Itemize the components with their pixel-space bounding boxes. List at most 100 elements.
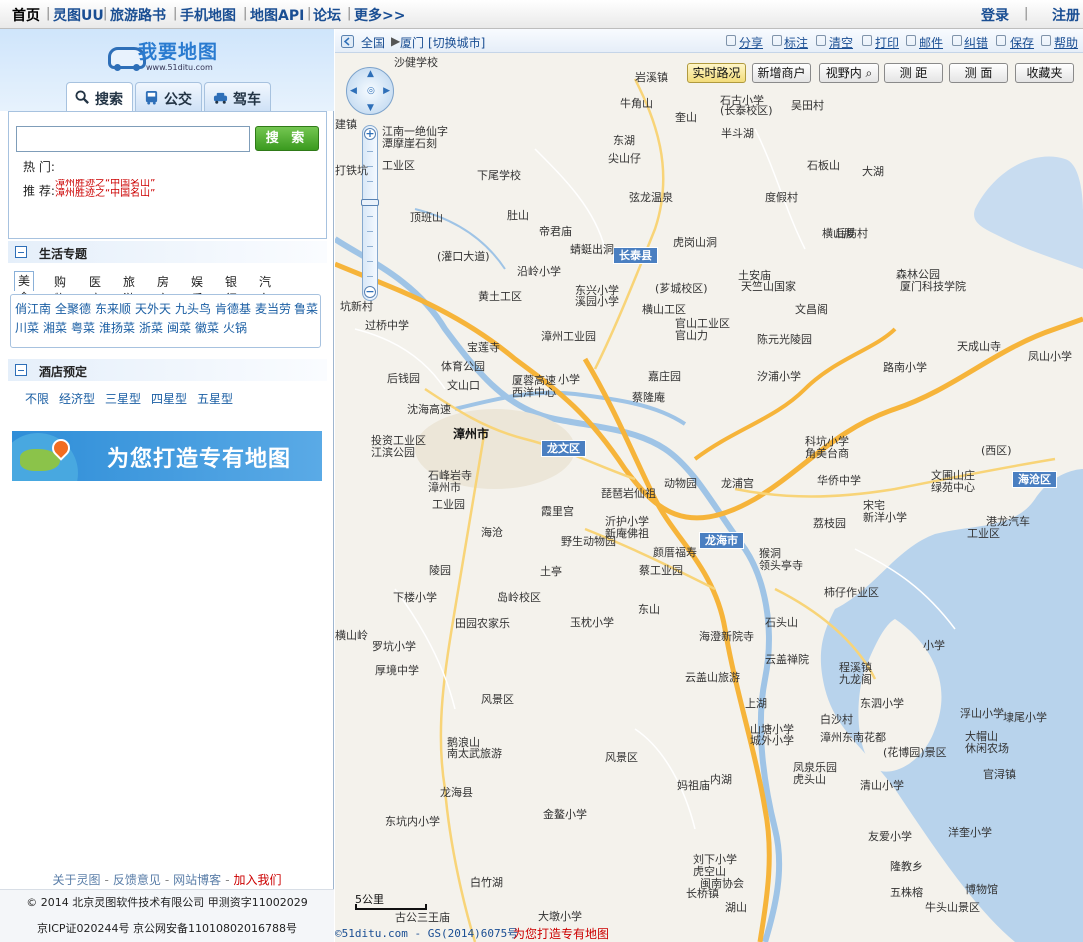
map-place-label[interactable]: (长泰校区) xyxy=(720,102,773,118)
tab-drive[interactable]: 驾车 xyxy=(204,82,271,111)
food-link[interactable]: 鲁菜 xyxy=(294,300,318,317)
zoom-handle[interactable] xyxy=(361,199,379,206)
pan-center-icon[interactable]: ◎ xyxy=(367,86,375,96)
map-place-label[interactable]: 尖山仔 xyxy=(608,150,641,166)
map-place-label[interactable]: 风景区 xyxy=(481,691,514,707)
register-link[interactable]: 注册 xyxy=(1052,5,1080,25)
map-place-label[interactable]: 内湖 xyxy=(710,771,732,787)
food-link[interactable]: 闽菜 xyxy=(167,319,191,336)
logo[interactable]: 我要地图 www.51ditu.com xyxy=(108,35,226,79)
pan-down-icon[interactable]: ▼ xyxy=(367,103,374,113)
map-place-label[interactable]: 工业区 xyxy=(382,157,415,173)
map-place-label[interactable]: 体育公园 xyxy=(441,358,485,374)
map-place-label[interactable]: 龙浦宫 xyxy=(721,475,754,491)
map-place-label[interactable]: 湖山 xyxy=(725,899,747,915)
hotel-option-3star[interactable]: 三星型 xyxy=(105,390,141,407)
map-place-label[interactable]: 牛头山景区 xyxy=(925,899,980,915)
food-link[interactable]: 川菜 xyxy=(15,319,39,336)
map-place-label[interactable]: 虎头山 xyxy=(793,771,826,787)
nav-lingtu-uu[interactable]: 灵图UU xyxy=(53,5,104,25)
map-place-label[interactable]: (芗城校区) xyxy=(655,280,708,296)
pan-up-icon[interactable]: ▲ xyxy=(367,69,374,79)
in-view-button[interactable]: 视野内 ⌕ xyxy=(819,63,879,83)
map-place-label[interactable]: 田园农家乐 xyxy=(455,615,510,631)
map-place-label[interactable]: 陵园 xyxy=(429,562,451,578)
collapse-icon[interactable] xyxy=(15,364,27,376)
nav-mobile-map[interactable]: 手机地图 xyxy=(180,5,236,25)
map-place-label[interactable]: 洋奎小学 xyxy=(948,824,992,840)
recommend-ticker[interactable]: 漳州胜迹之“中国名山” 漳州胜迹之“中国名山” xyxy=(55,179,205,197)
map-promo[interactable]: 为您打造专有地图 xyxy=(513,925,609,942)
map-place-label[interactable]: 横山岭 xyxy=(335,627,368,643)
food-link[interactable]: 淮扬菜 xyxy=(99,319,135,336)
map-place-label[interactable]: (灌口大道) xyxy=(437,248,490,264)
map-place-label[interactable]: 文山口 xyxy=(447,377,480,393)
food-link[interactable]: 徽菜 xyxy=(195,319,219,336)
map-place-label[interactable]: 牛角山 xyxy=(620,95,653,111)
map-place-label[interactable]: 休闲农场 xyxy=(965,740,1009,756)
map-place-label[interactable]: 东山 xyxy=(638,601,660,617)
map-place-label[interactable]: 龙海县 xyxy=(440,784,473,800)
map-place-label[interactable]: 官山力 xyxy=(675,327,708,343)
map-place-label[interactable]: 路南小学 xyxy=(883,359,927,375)
map-place-label[interactable]: 黄土工区 xyxy=(478,288,522,304)
recommend-item[interactable]: 漳州胜迹之“中国名山” xyxy=(55,189,205,198)
food-link[interactable]: 火锅 xyxy=(223,319,247,336)
promo-banner[interactable]: 为您打造专有地图 xyxy=(12,431,322,481)
map-place-label[interactable]: 海澄新院寺 xyxy=(699,628,754,644)
map-place-label[interactable]: 潭摩崖石刻 xyxy=(382,135,437,151)
map-place-label[interactable]: 荔枝园 xyxy=(813,515,846,531)
zoom-slider[interactable]: + − xyxy=(361,125,379,301)
map-place-label[interactable]: 蔡隆庵 xyxy=(632,389,665,405)
map-place-label[interactable]: 埭尾小学 xyxy=(1003,709,1047,725)
map-area[interactable]: 全国 ▶ 厦门 [切换城市] 分享 标注 清空 打印 邮件 纠错 保存 帮助 实… xyxy=(335,29,1083,942)
map-place-label[interactable]: 隆教乡 xyxy=(890,858,923,874)
food-link[interactable]: 浙菜 xyxy=(139,319,163,336)
switch-city-link[interactable]: [切换城市] xyxy=(428,34,485,51)
mail-link[interactable]: 邮件 xyxy=(919,34,943,51)
map-place-label[interactable]: 弦龙温泉 xyxy=(629,189,673,205)
measure-area-button[interactable]: 测 面 xyxy=(949,63,1008,83)
tab-bus[interactable]: 公交 xyxy=(135,82,202,111)
map-place-label[interactable]: 肚山 xyxy=(507,207,529,223)
map-place-label[interactable]: 罗坑小学 xyxy=(372,638,416,654)
map-place-label[interactable]: 漳州东南花都 xyxy=(820,729,886,745)
nav-map-api[interactable]: 地图API xyxy=(250,5,304,25)
zoom-in-icon[interactable]: + xyxy=(364,128,376,140)
map-place-label[interactable]: 沿岭小学 xyxy=(517,263,561,279)
food-link[interactable]: 全聚德 xyxy=(55,300,91,317)
map-place-label[interactable]: 陈元光陵园 xyxy=(757,331,812,347)
map-place-label[interactable]: 土亭 xyxy=(540,563,562,579)
map-place-label[interactable]: 东湖 xyxy=(613,132,635,148)
map-place-label[interactable]: 绿苑中心 xyxy=(931,479,975,495)
clear-link[interactable]: 清空 xyxy=(829,34,853,51)
back-icon[interactable] xyxy=(341,35,354,48)
feedback-link[interactable]: 反馈意见 xyxy=(113,873,161,887)
map-place-label[interactable]: 九龙阁 xyxy=(839,671,872,687)
map-place-label[interactable]: 漳州工业园 xyxy=(541,328,596,344)
map-place-label[interactable]: 文昌阁 xyxy=(795,301,828,317)
map-place-label[interactable]: 云盖山旅游 xyxy=(685,669,740,685)
tab-food[interactable]: 美食 xyxy=(14,271,35,305)
map-place-label[interactable]: 漳州市 xyxy=(428,479,461,495)
map-place-label[interactable]: 玉枕小学 xyxy=(570,614,614,630)
map-place-label[interactable]: 华侨中学 xyxy=(817,472,861,488)
map-place-label[interactable]: 东泗小学 xyxy=(860,695,904,711)
map-place-label[interactable]: 天成山寺 xyxy=(957,338,1001,354)
map-place-label[interactable]: 厦门科技学院 xyxy=(900,278,966,294)
join-link[interactable]: 加入我们 xyxy=(234,873,282,887)
about-link[interactable]: 关于灵图 xyxy=(52,873,100,887)
map-place-label[interactable]: 石板山 xyxy=(807,157,840,173)
map-place-label[interactable]: 宝莲寺 xyxy=(467,339,500,355)
map-place-label[interactable]: 南太武旅游 xyxy=(447,745,502,761)
hotel-option-any[interactable]: 不限 xyxy=(25,390,49,407)
map-place-label[interactable]: 西洋中心 xyxy=(512,384,556,400)
map-place-label[interactable]: 天竺山国家 xyxy=(741,278,796,294)
map-place-label[interactable]: 新庵佛祖 xyxy=(605,525,649,541)
search-input[interactable] xyxy=(16,126,250,152)
map-place-label[interactable]: 嘉庄园 xyxy=(648,368,681,384)
map-place-label[interactable]: 岛岭校区 xyxy=(497,589,541,605)
map-place-label[interactable]: 江滨公园 xyxy=(371,444,415,460)
map-place-label[interactable]: 角美台商 xyxy=(805,445,849,461)
pan-control[interactable]: ▲ ▼ ◀ ▶ ◎ xyxy=(346,67,394,115)
